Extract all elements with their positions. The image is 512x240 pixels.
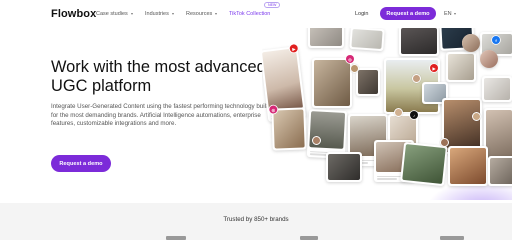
- language-selector[interactable]: EN: [444, 11, 456, 17]
- login-link[interactable]: Login: [355, 11, 368, 17]
- ugc-card: [356, 68, 380, 96]
- chevron-down-icon: [215, 13, 218, 15]
- ugc-card: [349, 28, 385, 52]
- facebook-profile-card: [462, 34, 480, 52]
- ugc-card: [484, 108, 512, 160]
- avatar-card: [480, 50, 498, 68]
- avatar: [394, 108, 403, 117]
- youtube-icon: ▶: [430, 64, 438, 72]
- ugc-card: [448, 146, 488, 186]
- avatar: [350, 64, 359, 73]
- nav-request-demo-button[interactable]: Request a demo: [380, 7, 436, 20]
- facebook-icon: f: [492, 36, 500, 44]
- flowbox-logo[interactable]: Flowbox: [51, 8, 96, 20]
- nav-industries[interactable]: Industries: [145, 11, 174, 17]
- youtube-icon: ▶: [289, 43, 299, 53]
- ugc-card: [446, 52, 476, 82]
- ugc-collage: ▶ ◎ ▶ f ◎ ♪: [262, 28, 512, 200]
- hero-title: Work with the most advanced UGC platform: [51, 58, 266, 95]
- hero-description: Integrate User-Generated Content using t…: [51, 103, 268, 128]
- ugc-card: [400, 141, 448, 187]
- ugc-card: [488, 156, 512, 186]
- chevron-down-icon: [130, 13, 133, 15]
- avatar: [312, 136, 321, 145]
- new-badge: NEW: [264, 2, 281, 8]
- hero-request-demo-button[interactable]: Request a demo: [51, 155, 111, 172]
- ugc-card: [399, 28, 439, 56]
- nav-tiktok-collection-label: TikTok Collection: [229, 11, 271, 17]
- nav-industries-label: Industries: [145, 11, 169, 17]
- nav-resources-label: Resources: [186, 11, 213, 17]
- nav-resources[interactable]: Resources: [186, 11, 218, 17]
- nav-case-studies[interactable]: Case studies: [96, 11, 133, 17]
- brand-logo: [300, 236, 318, 240]
- chevron-down-icon: [453, 13, 456, 15]
- avatar: [440, 138, 449, 147]
- ugc-card: ◎: [269, 105, 307, 151]
- top-navigation: Flowbox Case studies Industries Resource…: [0, 0, 512, 30]
- tiktok-icon: ♪: [410, 111, 418, 119]
- ugc-card: [308, 28, 344, 48]
- avatar: [472, 112, 481, 121]
- brand-logo: [166, 236, 186, 240]
- ugc-card: ◎: [312, 55, 354, 108]
- ugc-card: [326, 152, 362, 182]
- nav-case-studies-label: Case studies: [96, 11, 128, 17]
- chevron-down-icon: [171, 13, 174, 15]
- ugc-card: [482, 76, 512, 102]
- instagram-icon: ◎: [346, 55, 354, 63]
- nav-tiktok-collection[interactable]: TikTok Collection: [229, 11, 270, 17]
- avatar: [412, 74, 421, 83]
- brand-logo: [440, 236, 464, 240]
- language-label: EN: [444, 11, 452, 17]
- trusted-by-text: Trusted by 850+ brands: [223, 216, 289, 223]
